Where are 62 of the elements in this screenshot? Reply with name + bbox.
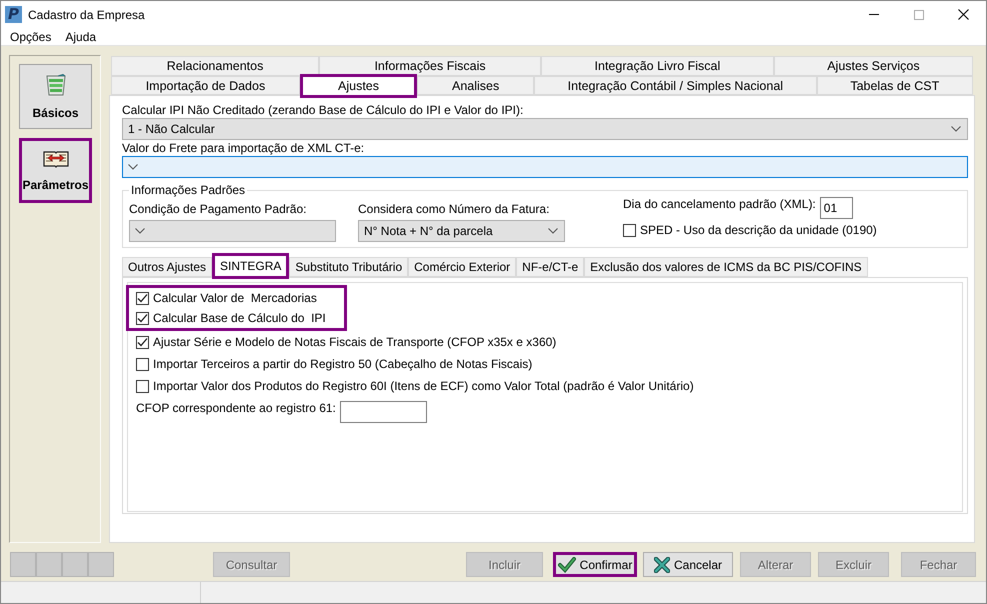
checkbox[interactable]	[136, 312, 149, 324]
book-icon	[42, 150, 68, 168]
checkbox[interactable]	[623, 224, 636, 237]
chevron-down-icon	[951, 126, 961, 132]
check-icon	[137, 292, 148, 304]
tab[interactable]: Relacionamentos	[111, 56, 320, 76]
chevron-down-icon	[128, 164, 138, 170]
minimize-icon	[868, 14, 878, 15]
tab[interactable]: SINTEGRA	[212, 253, 290, 279]
chevron-down-icon	[548, 228, 558, 234]
check-icon	[558, 556, 576, 572]
app-logo: P	[5, 6, 22, 23]
checkbox[interactable]	[136, 380, 149, 392]
tab[interactable]: Ajustes Serviços	[774, 56, 973, 76]
tab[interactable]: Substituto Tributário	[289, 257, 408, 277]
tab[interactable]: Integração Livro Fiscal	[541, 56, 774, 76]
sidebar-button[interactable]: Básicos	[19, 64, 92, 129]
tab[interactable]: Ajustes	[300, 74, 418, 98]
x-icon	[654, 556, 670, 572]
dropdown-field[interactable]	[129, 220, 336, 242]
tab[interactable]: Informações Fiscais	[319, 56, 541, 76]
menu-item[interactable]: Ajuda	[58, 28, 104, 44]
tab[interactable]: Tabelas de CST	[816, 76, 974, 95]
dropdown-field[interactable]: 1 - Não Calcular	[122, 118, 968, 140]
tab[interactable]: NF-e/CT-e	[516, 257, 584, 277]
tab[interactable]: Analises	[417, 76, 534, 95]
tab[interactable]: Exclusão dos valores de ICMS da BC PIS/COFINS	[584, 257, 868, 277]
menu-item[interactable]: Opções	[3, 28, 58, 44]
chevron-down-icon	[135, 228, 145, 234]
checkbox-label: Calcular Valor de Mercadorias	[153, 290, 317, 306]
tab[interactable]: Importação de Dados	[111, 76, 300, 95]
checkbox-label: Importar Valor dos Produtos do Registro 60I (Itens de ECF) como Valor Total (padrão é Valor Unitário)	[153, 378, 694, 394]
sidebar-button[interactable]: Parâmetros	[19, 138, 92, 203]
close-icon	[958, 9, 969, 20]
group-title: Informações Padrões	[130, 183, 246, 197]
checkbox[interactable]	[136, 292, 149, 304]
maximize-icon	[914, 10, 924, 20]
check-icon	[137, 312, 148, 324]
action-button[interactable]: Cancelar	[643, 552, 733, 577]
tab[interactable]: Comércio Exterior	[408, 257, 516, 277]
field-label: Considera como Número da Fatura:	[358, 202, 550, 217]
field-label: Dia do cancelamento padrão (XML):	[623, 197, 816, 212]
dropdown-field[interactable]: N° Nota + N° da parcela	[358, 220, 565, 242]
field-label: CFOP correspondente ao registro 61:	[136, 401, 336, 416]
input-field[interactable]	[340, 401, 427, 423]
check-icon	[137, 336, 148, 348]
checkbox-label: SPED - Uso da descrição da unidade (0190)	[640, 223, 877, 238]
checkbox-label: Calcular Base de Cálculo do IPI	[153, 310, 326, 326]
checkbox-label: Importar Terceiros a partir do Registro 50 (Cabeçalho de Notas Fiscais)	[153, 356, 532, 372]
field-label: Valor do Frete para importação de XML CT-e:	[122, 141, 364, 156]
field-label: Calcular IPI Não Creditado (zerando Base de Cálculo do IPI e Valor do IPI):	[122, 103, 524, 118]
spreadsheet-icon	[44, 74, 66, 96]
dropdown-field[interactable]	[122, 156, 968, 178]
checkbox-label: Ajustar Série e Modelo de Notas Fiscais de Transporte (CFOP x35x e x360)	[153, 334, 556, 350]
day-field[interactable]: 01	[820, 197, 853, 219]
action-button[interactable]: Confirmar	[553, 552, 637, 577]
field-label: Condição de Pagamento Padrão:	[129, 202, 306, 217]
checkbox[interactable]	[136, 358, 149, 370]
tab[interactable]: Integração Contábil / Simples Nacional	[534, 76, 817, 95]
window-title: Cadastro da Empresa	[28, 8, 145, 22]
tab[interactable]: Outros Ajustes	[122, 257, 212, 277]
checkbox[interactable]	[136, 336, 149, 348]
